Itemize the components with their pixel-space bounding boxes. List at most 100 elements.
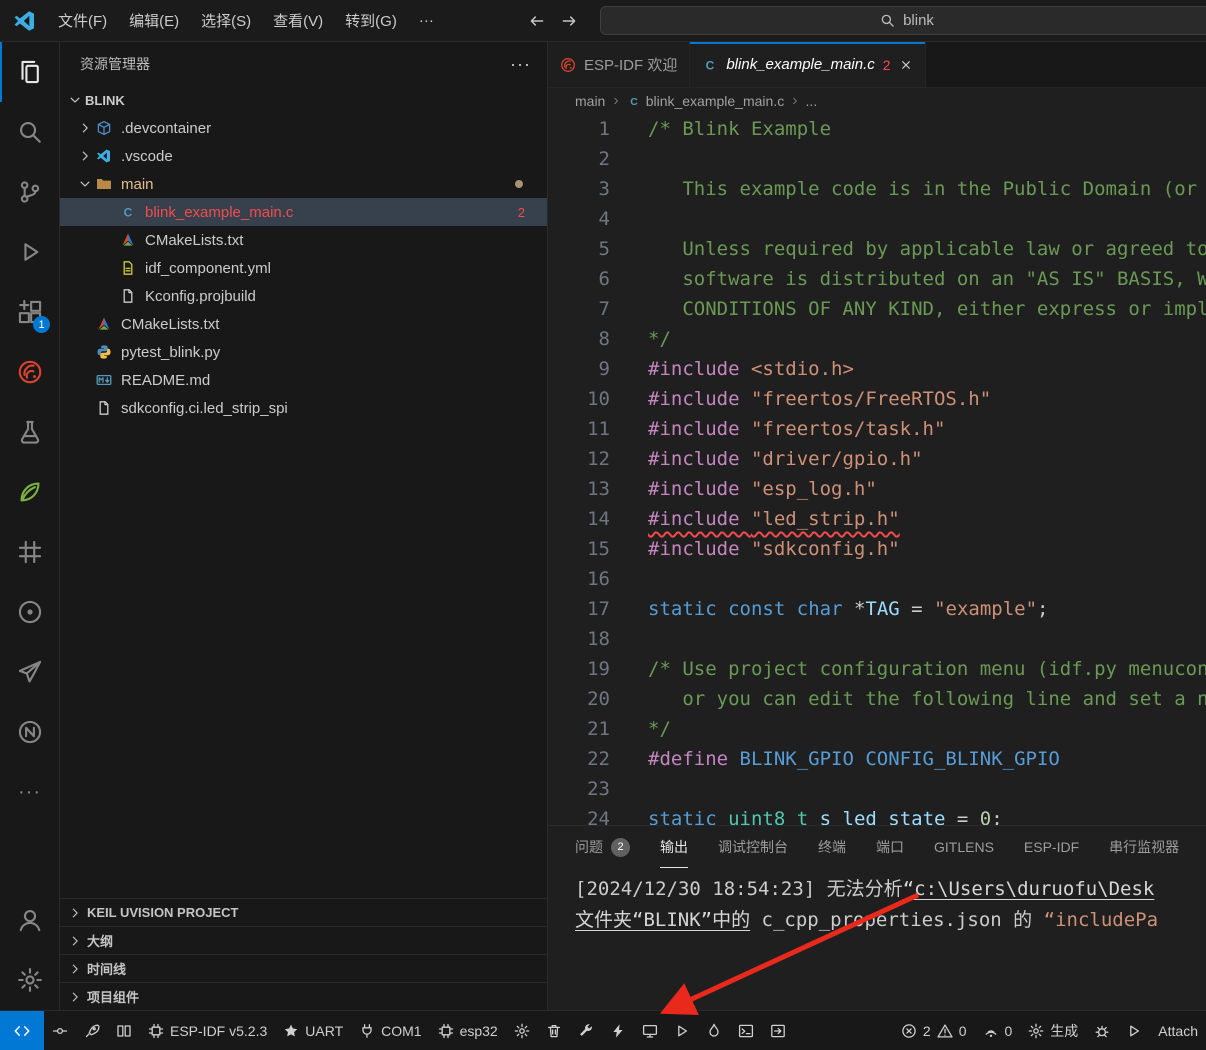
trash-icon [546,1023,562,1039]
status-custom-task[interactable] [762,1011,794,1050]
activity-settings[interactable] [0,950,59,1010]
error-icon [901,1023,917,1039]
breadcrumb-main[interactable]: main [575,93,605,109]
panel-tab-serial-monitor[interactable]: 串行监视器 [1109,826,1179,868]
debug-icon [674,1023,690,1039]
status-debug-status[interactable] [1086,1011,1118,1050]
activity-accounts[interactable] [0,890,59,950]
menu-view[interactable]: 查看(V) [262,0,334,41]
activity-run-and-debug[interactable] [0,222,59,282]
activity-extension-plane[interactable] [0,642,59,702]
tree-item-readme-md[interactable]: README.md [60,366,547,394]
status-full-clean[interactable] [538,1011,570,1050]
panel-tab-ports[interactable]: 端口 [876,826,904,868]
status-build[interactable] [570,1011,602,1050]
activity-search[interactable] [0,102,59,162]
panel-tab-output[interactable]: 输出 [660,826,688,868]
panel-tab-espidf[interactable]: ESP-IDF [1024,826,1079,868]
code-line: 21*/ [548,714,1206,744]
search-icon [880,13,895,28]
panel-tab-debug-console[interactable]: 调试控制台 [718,826,788,868]
activity-testing[interactable] [0,402,59,462]
espressif-icon [560,57,576,73]
section-blink[interactable]: BLINK [60,86,547,114]
activity-extension-n[interactable] [0,702,59,762]
menu-go[interactable]: 转到(G) [334,0,408,41]
tab-blink-example-main[interactable]: Cblink_example_main.c2 [690,42,925,87]
status-debug[interactable] [666,1011,698,1050]
activity-espressif[interactable] [0,342,59,402]
activity-top: 1 ··· [0,42,59,822]
status-device-target[interactable]: esp32 [430,1011,506,1050]
tree-item-pytest-blink-py[interactable]: pytest_blink.py [60,338,547,366]
status-remote[interactable] [0,1011,44,1050]
output-content[interactable]: [2024/12/30 18:54:23] 无法分析“c:\Users\duru… [548,868,1206,936]
tab-espidf-welcome[interactable]: ESP-IDF 欢迎 [548,42,690,87]
activity-extension-circle[interactable] [0,582,59,642]
tree-item-kconfig-projbuild[interactable]: Kconfig.projbuild [60,282,547,310]
editor[interactable]: 1/* Blink Example23 This example code is… [548,114,1206,825]
output-line: [2024/12/30 18:54:23] 无法分析“c:\Users\duru… [575,874,1206,905]
tree-item-devcontainer[interactable]: .devcontainer [60,114,547,142]
section-timeline[interactable]: 时间线 [60,954,547,982]
tree-item-cmakelists-txt[interactable]: CMakeLists.txt [60,226,547,254]
status-attach[interactable]: Attach [1150,1011,1206,1050]
status-tool-a[interactable] [44,1011,76,1050]
tree-item-cmakelists-txt[interactable]: CMakeLists.txt [60,310,547,338]
line-number: 17 [548,594,610,624]
breadcrumb-blink-example-main-c[interactable]: Cblink_example_main.c [627,93,785,109]
panel-tab-gitlens[interactable]: GITLENS [934,826,994,868]
panel-tab-terminal[interactable]: 终端 [818,826,846,868]
activity-extension-grid[interactable] [0,522,59,582]
section-project-components[interactable]: 项目组件 [60,982,547,1010]
status-serial-port[interactable]: COM1 [351,1011,429,1050]
titlebar-search[interactable]: blink [600,6,1206,35]
line-number: 7 [548,294,610,324]
activity-source-control[interactable] [0,162,59,222]
tree-item-main[interactable]: main [60,170,547,198]
menu-more[interactable]: ··· [408,0,445,41]
panel: 问题2 输出调试控制台终端端口 GITLENS ESP-IDF 串行监视器 [2024/… [548,825,1206,1010]
svg-text:C: C [124,206,133,220]
status-tool-b[interactable] [76,1011,108,1050]
forward-icon[interactable] [560,12,578,30]
status-flash-method[interactable]: UART [275,1011,351,1050]
status-run[interactable] [1118,1011,1150,1050]
status-problems[interactable]: 20 [893,1011,975,1050]
tree-item-sdkconfig-ci-led-strip-spi[interactable]: sdkconfig.ci.led_strip_spi [60,394,547,422]
breadcrumb-[interactable]: ... [806,93,818,109]
output-link[interactable]: 文件夹“BLINK”中的 [575,909,750,931]
explorer-header: 资源管理器 ··· [60,42,547,86]
menu-file[interactable]: 文件(F) [47,0,118,41]
output-link[interactable]: “c:\Users\duruofu\Desk [903,878,1155,900]
activity-more-views[interactable]: ··· [0,762,59,822]
tree-item-idf-component-yml[interactable]: idf_component.yml [60,254,547,282]
status-serial-count[interactable]: 0 [975,1011,1021,1050]
status-menuconfig[interactable] [506,1011,538,1050]
section-outline[interactable]: 大纲 [60,926,547,954]
menu-edit[interactable]: 编辑(E) [118,0,190,41]
activity-explorer[interactable] [0,42,59,102]
menu-selection[interactable]: 选择(S) [190,0,262,41]
status-build-task[interactable]: 生成 [1020,1011,1086,1050]
panel-tab-problems[interactable]: 问题2 [575,826,630,868]
close-icon[interactable] [899,58,913,72]
more-actions-icon[interactable]: ··· [510,55,531,73]
tree-item-vscode[interactable]: .vscode [60,142,547,170]
status-flash[interactable] [602,1011,634,1050]
activity-extension-leaf[interactable] [0,462,59,522]
chevd-icon [78,177,92,191]
code-line: 7 CONDITIONS OF ANY KIND, either express… [548,294,1206,324]
code-line: 23 [548,774,1206,804]
status-espidf-version[interactable]: ESP-IDF v5.2.3 [140,1011,275,1050]
section-keil-uvision-project[interactable]: KEIL UVISION PROJECT [60,898,547,926]
tree-item-blink-example-main-c[interactable]: Cblink_example_main.c2 [60,198,547,226]
status-tool-c[interactable] [108,1011,140,1050]
activity-extensions[interactable]: 1 [0,282,59,342]
status-flash-flame[interactable] [698,1011,730,1050]
back-icon[interactable] [528,12,546,30]
status-idf-terminal[interactable] [730,1011,762,1050]
status-monitor[interactable] [634,1011,666,1050]
line-number: 22 [548,744,610,774]
rundebug-icon [17,239,43,265]
